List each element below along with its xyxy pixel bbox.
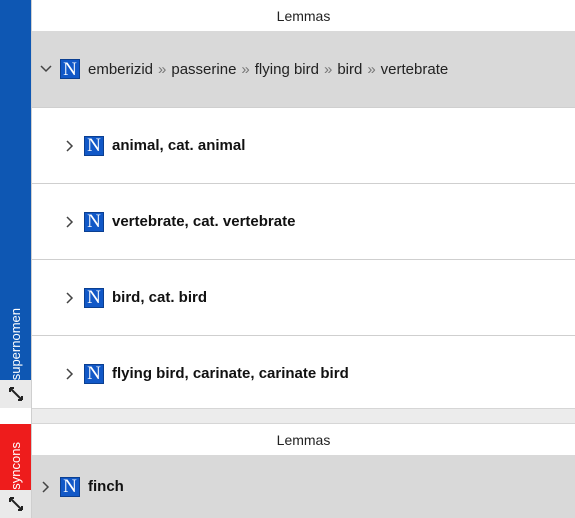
hypernym-path-row[interactable]: N emberizid» passerine» flying bird» bird» v… xyxy=(32,31,575,108)
noun-n-icon: N xyxy=(84,287,104,308)
breadcrumb-item[interactable]: passerine xyxy=(171,61,236,78)
noun-n-icon: N xyxy=(84,363,104,384)
tab-supernomen-label: supernomen xyxy=(8,307,23,380)
breadcrumb-separator: » xyxy=(158,60,167,78)
chevron-right-icon[interactable] xyxy=(62,214,78,230)
noun-n-icon: N xyxy=(84,135,104,156)
chevron-right-icon[interactable] xyxy=(38,479,54,495)
chevron-right-icon[interactable] xyxy=(62,366,78,382)
lemma-label: vertebrate, cat. vertebrate xyxy=(112,213,296,230)
tab-supernomen[interactable]: supernomen xyxy=(0,0,31,380)
breadcrumb: emberizid» passerine» flying bird» bird» ver… xyxy=(88,61,448,78)
chevron-right-icon[interactable] xyxy=(62,290,78,306)
supernomen-panel: Lemmas N emberizid» passerine» flying bird… xyxy=(32,0,575,412)
left-gap xyxy=(0,408,31,424)
lemma-label: finch xyxy=(88,478,124,495)
tab-syncons-label: syncons xyxy=(8,442,23,490)
breadcrumb-separator: » xyxy=(367,60,376,78)
breadcrumb-separator: » xyxy=(323,60,333,78)
lemma-label: flying bird, carinate, carinate bird xyxy=(112,365,349,382)
noun-n-icon: N xyxy=(60,59,80,79)
tab-syncons[interactable]: syncons xyxy=(0,424,31,490)
list-item[interactable]: N bird, cat. bird xyxy=(32,260,575,336)
resize-icon[interactable] xyxy=(0,490,31,518)
syncons-panel: Lemmas N finch xyxy=(32,424,575,518)
noun-n-icon: N xyxy=(84,211,104,232)
lemma-label: animal, cat. animal xyxy=(112,137,246,154)
chevron-right-icon[interactable] xyxy=(62,138,78,154)
list-item[interactable]: N animal, cat. animal xyxy=(32,108,575,184)
panel-splitter[interactable] xyxy=(32,408,575,424)
chevron-down-icon[interactable] xyxy=(38,61,54,77)
breadcrumb-item[interactable]: flying bird xyxy=(255,61,319,78)
noun-n-icon: N xyxy=(60,476,80,497)
list-item[interactable]: N flying bird, carinate, carinate bird xyxy=(32,336,575,412)
column-header: Lemmas xyxy=(32,424,575,455)
breadcrumb-item[interactable]: bird xyxy=(337,61,362,78)
breadcrumb-item[interactable]: emberizid xyxy=(88,61,153,78)
breadcrumb-item[interactable]: vertebrate xyxy=(381,61,449,78)
resize-icon[interactable] xyxy=(0,380,31,408)
lemma-label: bird, cat. bird xyxy=(112,289,208,306)
list-item[interactable]: N vertebrate, cat. vertebrate xyxy=(32,184,575,260)
list-item[interactable]: N finch xyxy=(32,455,575,518)
breadcrumb-separator: » xyxy=(241,60,250,78)
column-header: Lemmas xyxy=(32,0,575,31)
